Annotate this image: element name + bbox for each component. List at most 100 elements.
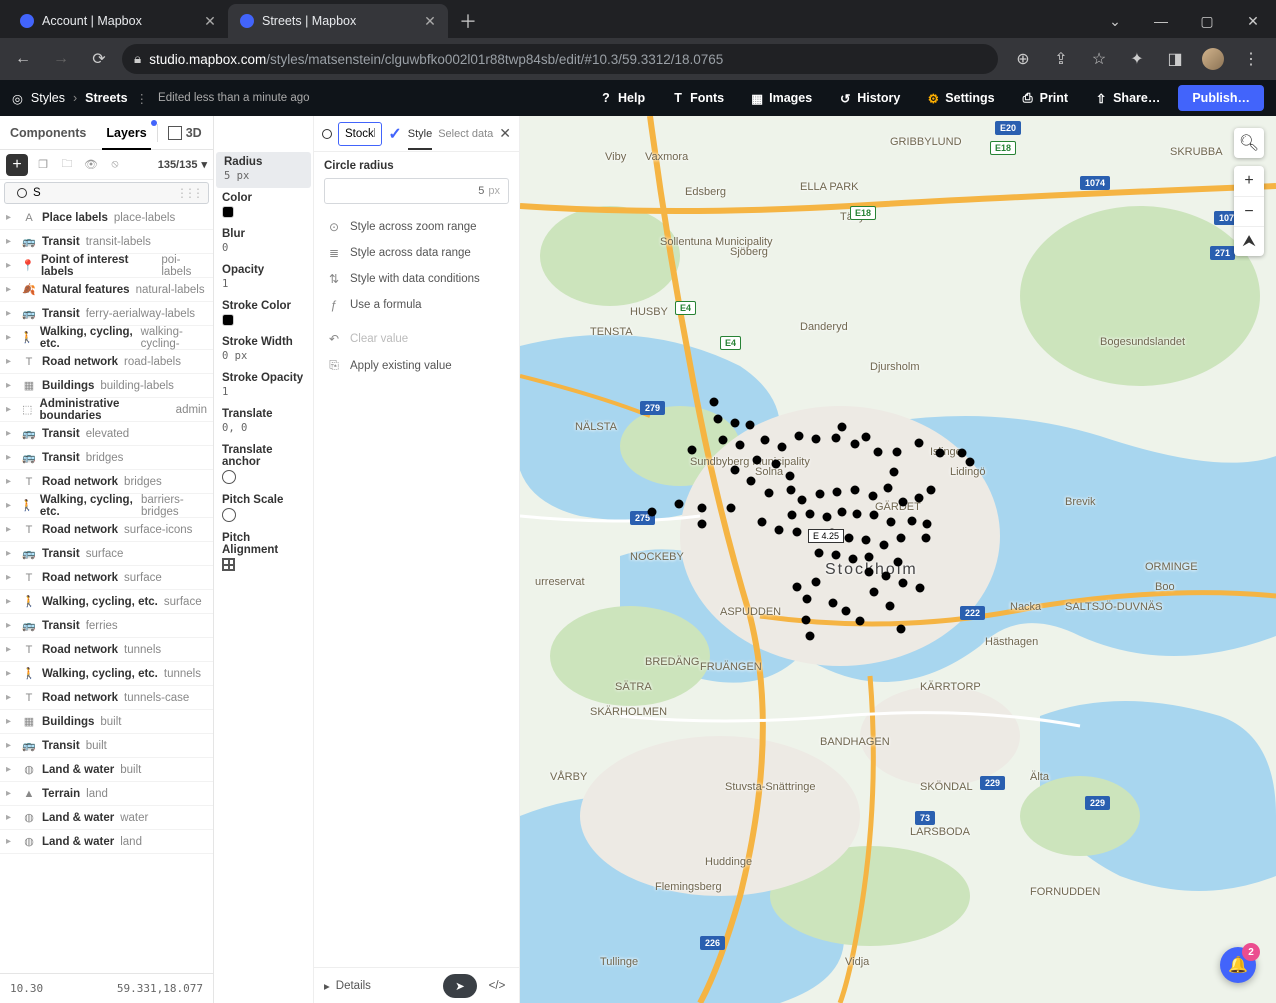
property-blur[interactable]: Blur0 [214, 224, 313, 260]
details-toggle[interactable]: ▸Details [324, 979, 371, 993]
property-translate-anchor[interactable]: Translate anchor [214, 440, 313, 490]
zoom-in-button[interactable]: + [1234, 166, 1264, 196]
layer-row[interactable]: ▸🚶Walking, cycling, etc. walking-cycling… [0, 326, 213, 350]
layer-name-input[interactable] [338, 122, 382, 146]
editor-tab-style[interactable]: Style [408, 128, 432, 150]
layer-row[interactable]: ▸◍Land & water water [0, 806, 213, 830]
extensions-icon[interactable]: ✦ [1120, 44, 1154, 74]
new-tab-button[interactable]: ＋ [454, 7, 482, 35]
layer-row[interactable]: ▸🚌Transit ferries [0, 614, 213, 638]
layer-row[interactable]: ▸🚌Transit bridges [0, 446, 213, 470]
property-color[interactable]: Color [214, 188, 313, 224]
filter-icon[interactable]: ▾ [201, 158, 207, 171]
folder-icon[interactable]: 🗀︎ [58, 156, 76, 174]
conditions-icon: ⇅ [326, 272, 342, 286]
apply-existing-value[interactable]: ⎘Apply existing value [324, 352, 509, 379]
close-window-button[interactable]: ✕ [1230, 4, 1276, 38]
settings-button[interactable]: ⚙Settings [918, 87, 1002, 109]
layer-row[interactable]: ▸📍Point of interest labels poi-labels [0, 254, 213, 278]
publish-button[interactable]: Publish… [1178, 85, 1264, 111]
visibility-icon[interactable]: 👁︎ [82, 156, 100, 174]
editor-tab-select-data[interactable]: Select data [438, 128, 493, 140]
share-icon[interactable]: ⇪ [1044, 44, 1078, 74]
layer-row[interactable]: ▸▦Buildings built [0, 710, 213, 734]
layer-row[interactable]: ▸APlace labels place-labels [0, 206, 213, 230]
selected-layer-row[interactable]: S ⋮⋮⋮ [4, 182, 209, 204]
add-layer-button[interactable]: + [6, 154, 28, 176]
images-button[interactable]: ▦Images [742, 87, 820, 109]
reload-button[interactable]: ⟳ [84, 44, 114, 74]
property-pitch-scale[interactable]: Pitch Scale [214, 490, 313, 528]
profile-avatar[interactable] [1196, 44, 1230, 74]
style-with-conditions[interactable]: ⇅Style with data conditions [324, 266, 509, 292]
property-opacity[interactable]: Opacity1 [214, 260, 313, 296]
search-button[interactable]: 🔍︎ [1234, 128, 1264, 158]
duplicate-icon[interactable]: ❐ [34, 156, 52, 174]
property-pitch-alignment[interactable]: Pitch Alignment [214, 528, 313, 577]
layer-row[interactable]: ▸▦Buildings building-labels [0, 374, 213, 398]
zoom-icon[interactable]: ⊕ [1006, 44, 1040, 74]
share-button[interactable]: ⇧Share… [1086, 87, 1168, 109]
property-stroke-color[interactable]: Stroke Color [214, 296, 313, 332]
check-icon[interactable]: ✓ [388, 124, 401, 144]
property-radius[interactable]: Radius5 px [216, 152, 311, 188]
minimize-button[interactable]: ― [1138, 4, 1184, 38]
cursor-mode-button[interactable]: ➤ [443, 974, 477, 998]
chevron-down-icon[interactable]: ⌄ [1092, 4, 1138, 38]
history-button[interactable]: ↺History [830, 87, 908, 109]
layer-row[interactable]: ▸◍Land & water built [0, 758, 213, 782]
layer-row[interactable]: ▸⬚Administrative boundaries admin [0, 398, 213, 422]
property-translate[interactable]: Translate0, 0 [214, 404, 313, 440]
layer-row[interactable]: ▸🚶Walking, cycling, etc. tunnels [0, 662, 213, 686]
layer-row[interactable]: ▸🚌Transit surface [0, 542, 213, 566]
tab-layers[interactable]: Layers [96, 116, 156, 149]
browser-tab-streets[interactable]: Streets | Mapbox ✕ [228, 4, 448, 38]
notifications-button[interactable]: 🔔2 [1220, 947, 1256, 983]
radius-input[interactable]: 5px [324, 178, 509, 204]
layer-row[interactable]: ▸🚌Transit ferry-aerialway-labels [0, 302, 213, 326]
layer-row[interactable]: ▸TRoad network tunnels [0, 638, 213, 662]
close-icon[interactable]: ✕ [204, 15, 216, 27]
layer-row[interactable]: ▸TRoad network surface-icons [0, 518, 213, 542]
address-bar[interactable]: 🔒︎ studio.mapbox.com/styles/matsenstein/… [122, 44, 998, 74]
layer-row[interactable]: ▸TRoad network surface [0, 566, 213, 590]
bookmark-icon[interactable]: ☆ [1082, 44, 1116, 74]
drag-handle-icon[interactable]: ⋮⋮⋮ [176, 186, 208, 200]
code-mode-button[interactable]: </> [485, 974, 509, 998]
property-stroke-opacity[interactable]: Stroke Opacity1 [214, 368, 313, 404]
layer-row[interactable]: ▸▲Terrain land [0, 782, 213, 806]
style-across-data[interactable]: ≣Style across data range [324, 240, 509, 266]
breadcrumb-style[interactable]: Streets [85, 91, 127, 105]
map-canvas[interactable]: StockholmVibyVaxmoraEdsbergELLA PARKSKRU… [520, 116, 1276, 1003]
layer-row[interactable]: ▸🚶Walking, cycling, etc. surface [0, 590, 213, 614]
layer-row[interactable]: ▸TRoad network bridges [0, 470, 213, 494]
zoom-out-button[interactable]: − [1234, 196, 1264, 226]
hide-icon[interactable]: ⦸ [106, 156, 124, 174]
maximize-button[interactable]: ▢ [1184, 4, 1230, 38]
fonts-button[interactable]: TFonts [663, 87, 732, 109]
close-icon[interactable]: ✕ [499, 125, 511, 142]
sidepanel-icon[interactable]: ◨ [1158, 44, 1192, 74]
help-button[interactable]: ?Help [591, 87, 653, 109]
browser-menu-icon[interactable]: ⋮ [1234, 44, 1268, 74]
layer-row[interactable]: ▸◍Land & water land [0, 830, 213, 854]
layer-row[interactable]: ▸🚌Transit built [0, 734, 213, 758]
layer-row[interactable]: ▸TRoad network road-labels [0, 350, 213, 374]
breadcrumb-root[interactable]: Styles [31, 91, 65, 105]
style-across-zoom[interactable]: ⊙Style across zoom range [324, 214, 509, 240]
layer-row[interactable]: ▸TRoad network tunnels-case [0, 686, 213, 710]
use-formula[interactable]: ƒUse a formula [324, 292, 509, 318]
back-button[interactable]: ← [8, 44, 38, 74]
tab-3d[interactable]: 3D [158, 116, 212, 149]
layer-row[interactable]: ▸🚌Transit transit-labels [0, 230, 213, 254]
layer-row[interactable]: ▸🚌Transit elevated [0, 422, 213, 446]
compass-button[interactable]: ⮝ [1234, 226, 1264, 256]
map-place-label: ELLA PARK [800, 181, 859, 193]
layer-row[interactable]: ▸🍂Natural features natural-labels [0, 278, 213, 302]
property-stroke-width[interactable]: Stroke Width0 px [214, 332, 313, 368]
close-icon[interactable]: ✕ [424, 15, 436, 27]
tab-components[interactable]: Components [0, 116, 96, 149]
layer-row[interactable]: ▸🚶Walking, cycling, etc. barriers-bridge… [0, 494, 213, 518]
browser-tab-account[interactable]: Account | Mapbox ✕ [8, 4, 228, 38]
print-button[interactable]: ⎙Print [1013, 87, 1076, 109]
